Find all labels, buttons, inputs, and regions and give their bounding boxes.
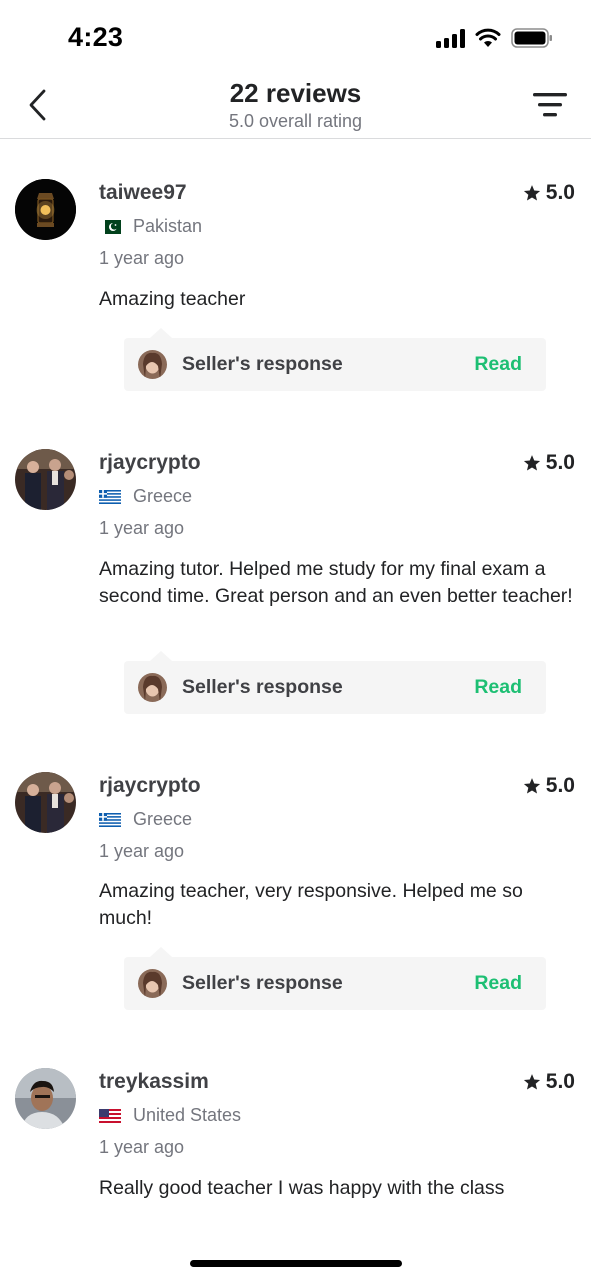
review-time: 1 year ago — [99, 1137, 185, 1157]
signal-icon — [436, 28, 465, 48]
filter-icon — [533, 93, 567, 117]
seller-avatar — [138, 350, 167, 379]
rating-value: 5.0 — [545, 774, 575, 797]
united-states-flag-icon — [99, 1108, 121, 1123]
status-icons — [436, 28, 553, 48]
greece-flag-icon — [99, 489, 121, 504]
status-bar: 4:23 — [0, 0, 591, 78]
avatar[interactable] — [15, 179, 76, 240]
read-response-link[interactable]: Read — [474, 972, 522, 995]
review-rating: 5.0 — [523, 181, 575, 205]
reviews-header: 22 reviews 5.0 overall rating — [0, 78, 591, 139]
reviewer-country: Greece — [99, 486, 192, 507]
seller-avatar — [138, 673, 167, 702]
country-name: Pakistan — [133, 216, 203, 236]
seller-response[interactable]: Seller's response Read — [124, 651, 546, 714]
rating-value: 5.0 — [545, 451, 575, 474]
reviewer-country: Greece — [99, 809, 192, 830]
star-icon — [523, 455, 540, 471]
star-icon — [523, 778, 540, 794]
reviewer-country: United States — [99, 1105, 241, 1126]
avatar[interactable] — [15, 772, 76, 833]
greece-flag-icon — [99, 812, 121, 827]
reviewer-username[interactable]: rjaycrypto — [99, 774, 201, 798]
country-name: Greece — [133, 486, 193, 506]
avatar[interactable] — [15, 1068, 76, 1129]
review-text: Really good teacher I was happy with the… — [99, 1177, 505, 1199]
review-rating: 5.0 — [523, 1070, 575, 1094]
review-text: Amazing tutor. Helped me study for my fi… — [99, 558, 573, 607]
review-text: Amazing teacher — [99, 288, 246, 310]
seller-response-label: Seller's response — [182, 676, 343, 698]
review-time: 1 year ago — [99, 248, 185, 268]
reviewer-username[interactable]: treykassim — [99, 1070, 209, 1094]
read-response-link[interactable]: Read — [474, 676, 522, 699]
country-name: Greece — [133, 809, 193, 829]
star-icon — [523, 1074, 540, 1090]
seller-response-label: Seller's response — [182, 353, 343, 375]
rating-value: 5.0 — [545, 181, 575, 204]
country-name: United States — [133, 1105, 242, 1125]
seller-response-label: Seller's response — [182, 972, 343, 994]
battery-icon — [511, 28, 553, 48]
review-time: 1 year ago — [99, 518, 185, 538]
reviewer-username[interactable]: taiwee97 — [99, 181, 187, 205]
avatar[interactable] — [15, 449, 76, 510]
pakistan-flag-icon — [99, 219, 121, 234]
rating-value: 5.0 — [545, 1070, 575, 1093]
page-title: 22 reviews — [229, 78, 362, 108]
review-text: Amazing teacher, very responsive. Helped… — [99, 880, 523, 929]
star-icon — [523, 185, 540, 201]
status-time: 4:23 — [68, 22, 124, 52]
seller-response[interactable]: Seller's response Read — [124, 947, 546, 1010]
review-rating: 5.0 — [523, 451, 575, 475]
review-rating: 5.0 — [523, 774, 575, 798]
filter-button[interactable] — [531, 90, 569, 120]
overall-rating-subtitle: 5.0 overall rating — [228, 111, 363, 131]
reviewer-country: Pakistan — [99, 216, 202, 237]
seller-response[interactable]: Seller's response Read — [124, 328, 546, 391]
reviewer-username[interactable]: rjaycrypto — [99, 451, 201, 475]
home-indicator — [190, 1260, 402, 1267]
review-time: 1 year ago — [99, 841, 185, 861]
wifi-icon — [475, 28, 501, 48]
seller-avatar — [138, 969, 167, 998]
read-response-link[interactable]: Read — [474, 353, 522, 376]
